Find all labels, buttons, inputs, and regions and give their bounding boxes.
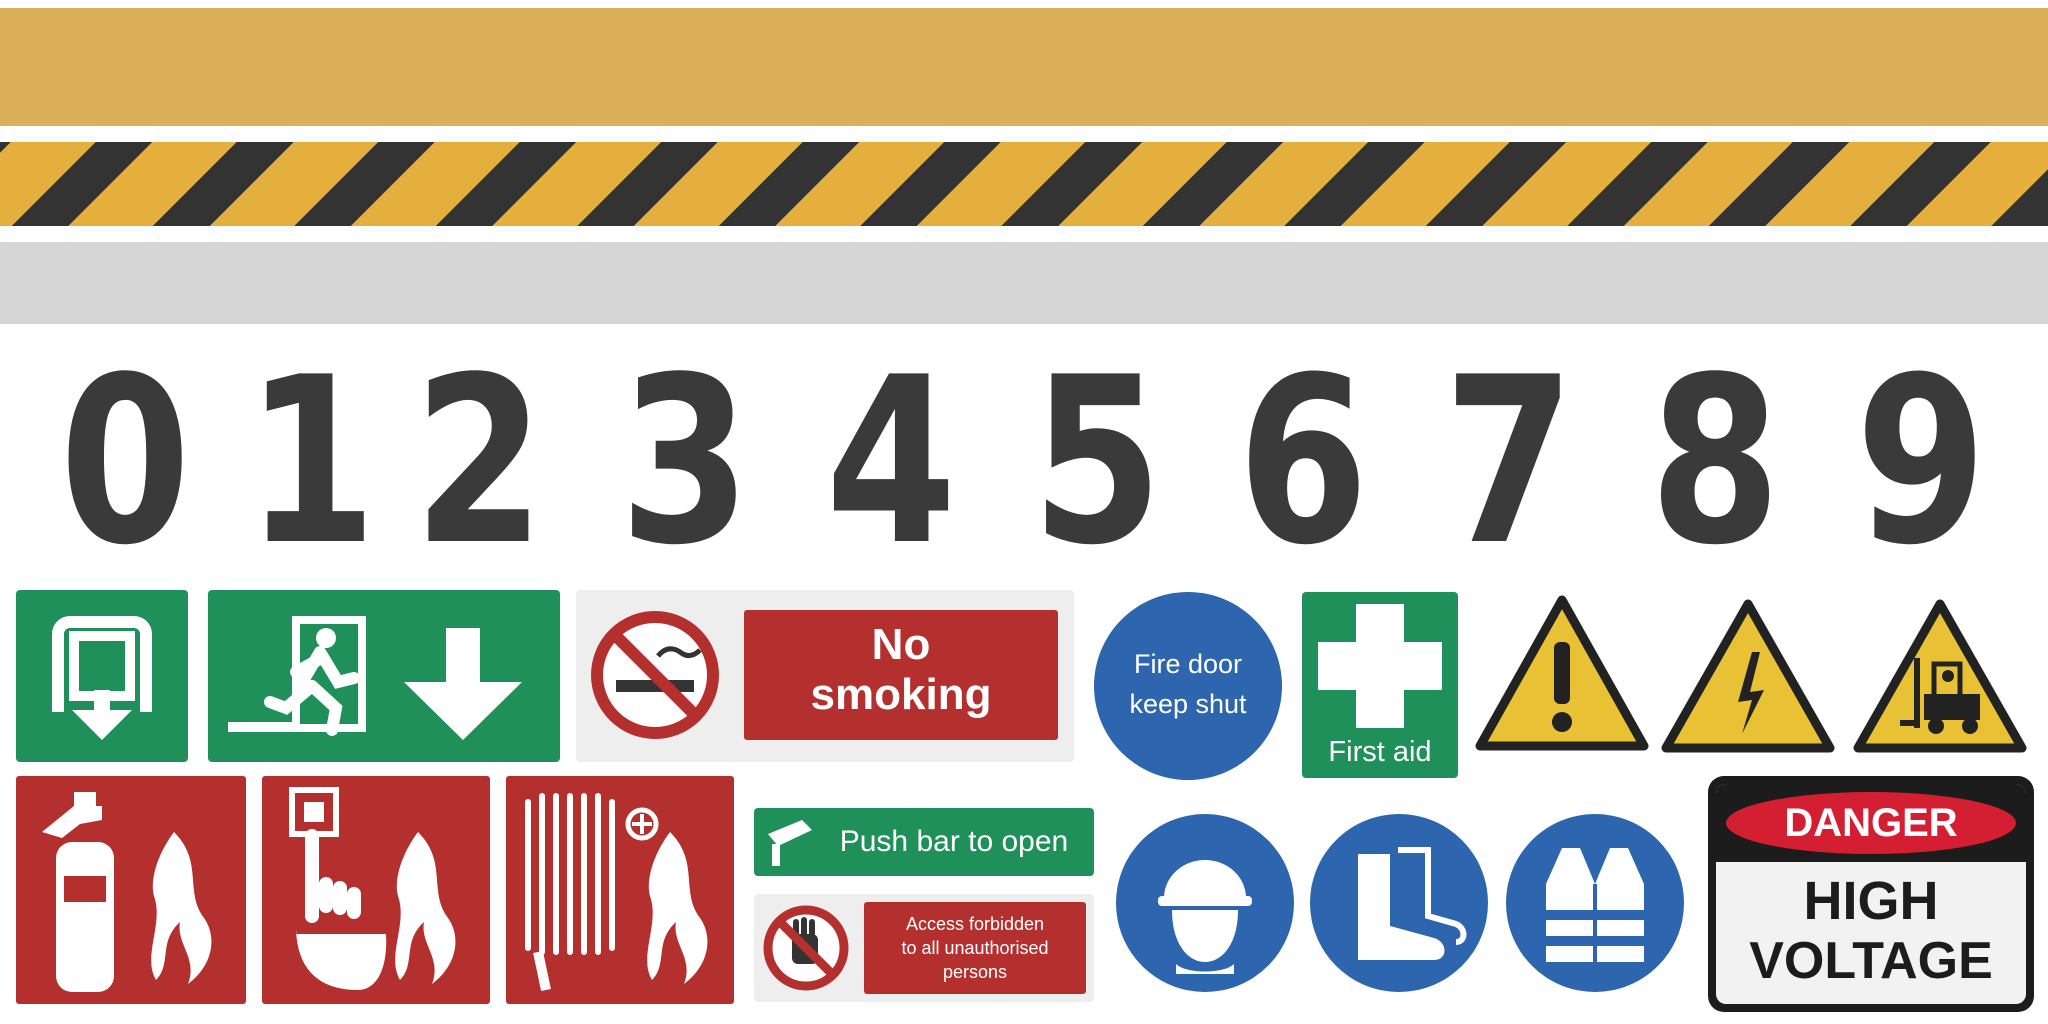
hard-hat-sign <box>1116 814 1294 992</box>
push-bar-icon <box>768 820 812 866</box>
high-voltage-icon <box>1661 599 1835 753</box>
access-panel: Access forbidden to all unauthorised per… <box>864 902 1086 994</box>
first-aid-sign: First aid <box>1302 592 1458 778</box>
warning-exclamation-icon <box>1475 595 1649 751</box>
fire-extinguisher-sign <box>16 776 246 1004</box>
danger-oval: DANGER <box>1726 792 2016 854</box>
push-bar-sign: Push bar to open <box>754 808 1094 876</box>
voltage-label: VOLTAGE <box>1749 932 1993 990</box>
fire-extinguisher-icon <box>42 792 212 992</box>
digit-4: 4 <box>825 329 957 596</box>
digit-3: 3 <box>619 329 751 596</box>
hazard-floor-stripe <box>0 142 2048 226</box>
access-line2: to all unauthorised <box>901 938 1049 958</box>
fire-alarm-call-point-icon <box>289 787 456 990</box>
push-bar-label: Push bar to open <box>839 825 1069 858</box>
arrow-down-icon <box>404 628 522 740</box>
safety-boots-icon <box>1358 847 1467 960</box>
exit-route-sign <box>208 590 560 762</box>
fire-door-sign: Fire door keep shut <box>1094 592 1282 780</box>
digit-6: 6 <box>1237 329 1369 596</box>
emergency-exit-icon <box>52 616 152 740</box>
no-smoking-line1: No <box>871 620 931 669</box>
access-line1: Access forbidden <box>905 914 1045 934</box>
no-smoking-icon <box>591 611 719 739</box>
fire-door-line1: Fire door <box>1133 649 1243 679</box>
danger-label: DANGER <box>1784 801 1958 845</box>
danger-sign-face: DANGER HIGH VOLTAGE <box>1716 784 2026 1004</box>
safety-boots-sign <box>1310 814 1488 992</box>
fire-door-line2: keep shut <box>1129 689 1247 719</box>
digit-2: 2 <box>413 329 545 596</box>
forklift-warning-icon <box>1853 599 2027 753</box>
fire-alarm-sign <box>262 776 490 1004</box>
hi-vis-vest-sign <box>1506 814 1684 992</box>
first-aid-cross-icon <box>1318 604 1442 728</box>
access-line3: persons <box>942 962 1008 982</box>
hard-hat-icon <box>1158 860 1252 974</box>
danger-header: DANGER <box>1716 784 2026 862</box>
fire-hose-reel-icon <box>525 793 708 992</box>
no-smoking-panel: No smoking <box>744 610 1058 740</box>
digit-1: 1 <box>245 329 377 596</box>
digit-0: 0 <box>59 329 191 596</box>
yellow-floor-stripe <box>0 8 2048 126</box>
high-label: HIGH <box>1803 871 1939 931</box>
digit-5: 5 <box>1031 329 1163 596</box>
hi-vis-vest-icon <box>1546 848 1644 962</box>
first-aid-label: First aid <box>1328 736 1432 768</box>
emergency-exit-sign <box>16 590 188 762</box>
no-smoking-line2: smoking <box>810 670 992 719</box>
digit-7: 7 <box>1443 329 1575 596</box>
danger-high-voltage-sign: DANGER HIGH VOLTAGE <box>1708 776 2034 1012</box>
grey-floor-stripe <box>0 242 2048 324</box>
no-smoking-sign: No smoking <box>576 590 1074 762</box>
no-entry-hand-icon <box>763 905 849 991</box>
digit-9: 9 <box>1855 329 1987 596</box>
running-man-icon <box>228 616 366 736</box>
digit-8: 8 <box>1649 329 1781 596</box>
access-forbidden-sign: Access forbidden to all unauthorised per… <box>754 894 1094 1002</box>
fire-hose-sign <box>506 776 734 1004</box>
